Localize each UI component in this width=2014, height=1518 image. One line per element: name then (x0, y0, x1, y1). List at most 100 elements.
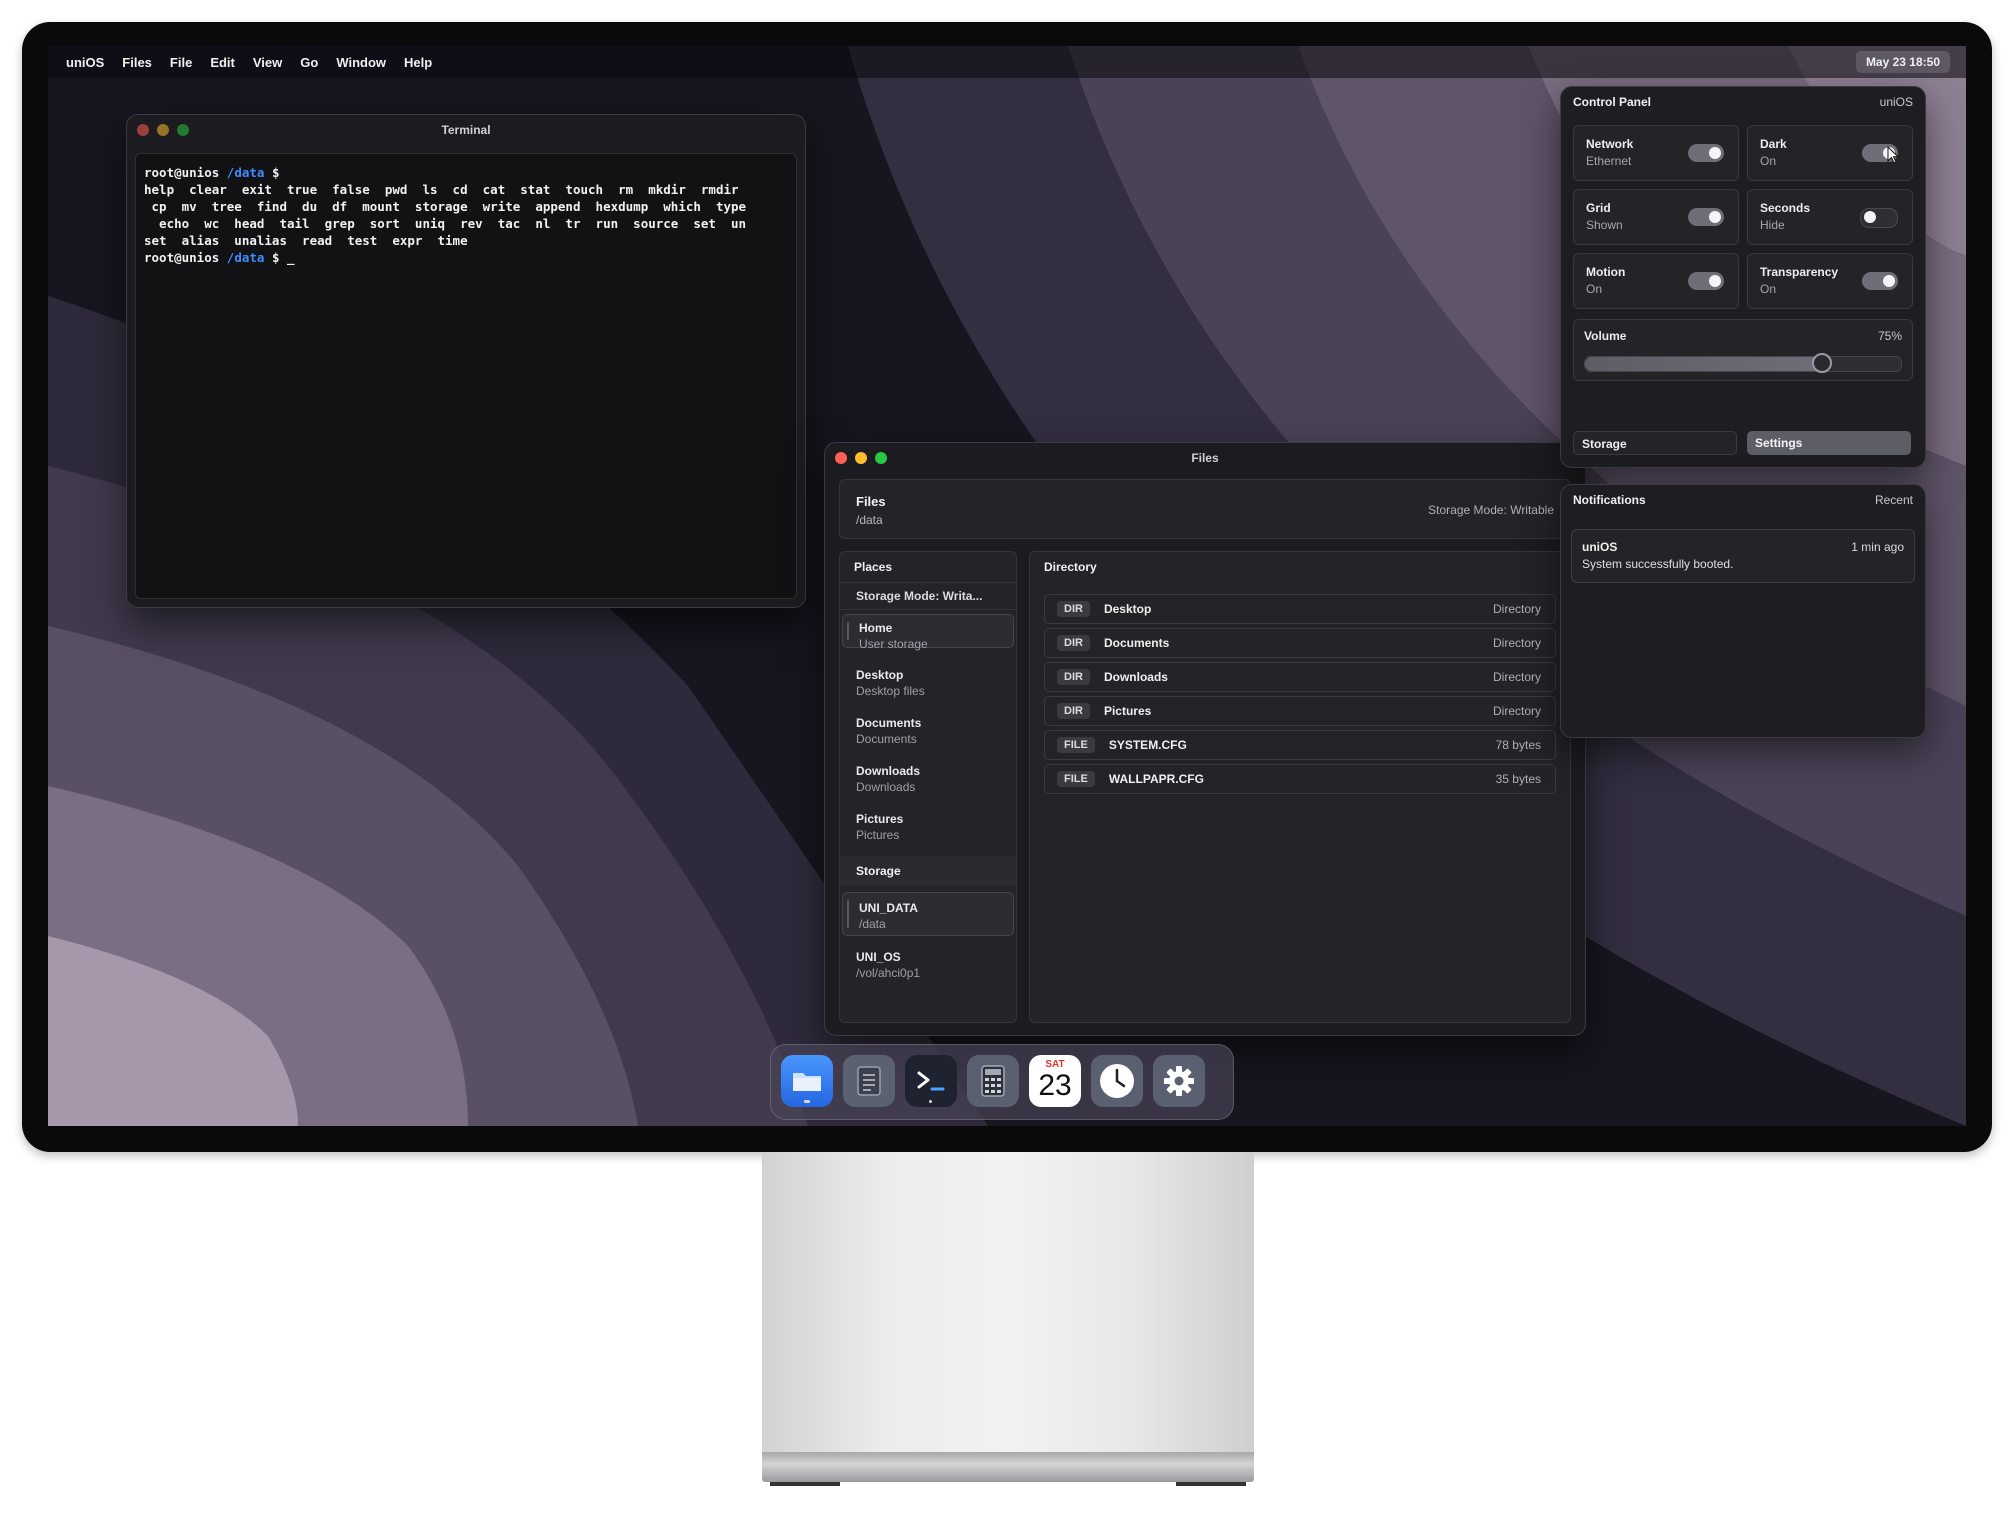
seconds-toggle[interactable] (1860, 208, 1898, 228)
grid-toggle[interactable] (1688, 208, 1724, 226)
transparency-tile[interactable]: Transparency On (1747, 253, 1913, 309)
notifications-title: Notifications (1573, 493, 1646, 507)
menu-edit[interactable]: Edit (210, 55, 235, 70)
files-window: Files Files /data Storage Mode: Writable… (824, 442, 1586, 1036)
menu-files[interactable]: Files (122, 55, 152, 70)
files-titlebar[interactable]: Files (825, 443, 1585, 473)
menu-view[interactable]: View (253, 55, 282, 70)
tile-label: Grid (1586, 201, 1611, 215)
notifications-filter[interactable]: Recent (1875, 493, 1913, 507)
control-panel: Control Panel uniOS Network Ethernet Dar… (1560, 86, 1926, 468)
directory-row[interactable]: DIR Desktop Directory (1044, 594, 1556, 624)
entry-kind: Directory (1492, 636, 1541, 650)
text-cursor: _ (287, 250, 295, 265)
clock-icon[interactable] (1091, 1055, 1143, 1107)
stand-foot-left (770, 1482, 840, 1486)
dir-badge: DIR (1057, 635, 1090, 651)
volume-uni-os[interactable]: UNI_OS /vol/ahci0p1 (840, 944, 1016, 980)
terminal-output[interactable]: root@unios /data $ help clear exit true … (135, 153, 797, 599)
seconds-tile[interactable]: Seconds Hide (1747, 189, 1913, 245)
place-label: Documents (856, 716, 922, 730)
prompt-symbol: $ (271, 165, 280, 180)
prompt-path: /data (226, 250, 265, 265)
tile-label: Network (1586, 137, 1634, 151)
settings-button[interactable]: Settings (1747, 431, 1911, 455)
volume-value: 75% (1877, 329, 1902, 343)
menu-clock[interactable]: May 23 18:50 (1855, 51, 1950, 73)
calendar-date: 23 (1038, 1069, 1072, 1102)
directory-pane: Directory DIR Desktop Directory DIR Docu… (1029, 551, 1571, 1023)
directory-row[interactable]: DIR Downloads Directory (1044, 662, 1556, 692)
volume-slider-thumb[interactable] (1812, 353, 1832, 373)
prompt-symbol: $ (271, 250, 280, 265)
file-row[interactable]: FILE WALLPAPR.CFG 35 bytes (1044, 764, 1556, 794)
terminal-window: Terminal root@unios /data $ help clear e… (126, 114, 806, 608)
entry-size: 78 bytes (1495, 738, 1541, 752)
tile-status: Hide (1760, 218, 1785, 232)
monitor-stand (762, 1152, 1254, 1452)
grid-tile[interactable]: Grid Shown (1573, 189, 1739, 245)
directory-row[interactable]: DIR Documents Directory (1044, 628, 1556, 658)
settings-gear-icon[interactable] (1153, 1055, 1205, 1107)
header-path: /data (856, 513, 883, 527)
motion-tile[interactable]: Motion On (1573, 253, 1739, 309)
menu-help[interactable]: Help (404, 55, 432, 70)
entry-name: SYSTEM.CFG (1108, 738, 1187, 752)
entry-kind: Directory (1492, 602, 1541, 616)
tile-label: Motion (1586, 265, 1626, 279)
place-sublabel: Documents (856, 732, 917, 746)
file-badge: FILE (1057, 771, 1095, 787)
menu-app-unios[interactable]: uniOS (66, 55, 104, 70)
file-badge: FILE (1057, 737, 1095, 753)
terminal-title: Terminal (441, 123, 491, 137)
volume-slider[interactable] (1584, 353, 1902, 373)
place-pictures[interactable]: Pictures Pictures (840, 806, 1016, 842)
tile-status: On (1760, 154, 1777, 168)
files-header: Files /data Storage Mode: Writable (839, 479, 1571, 539)
notes-icon[interactable] (843, 1055, 895, 1107)
menu-file[interactable]: File (170, 55, 192, 70)
transparency-toggle[interactable] (1862, 272, 1898, 290)
motion-toggle[interactable] (1688, 272, 1724, 290)
entry-name: Documents (1103, 636, 1170, 650)
prompt-user: root@unios (144, 250, 220, 265)
control-panel-brand: uniOS (1879, 95, 1913, 109)
entry-name: WALLPAPR.CFG (1108, 772, 1204, 786)
directory-heading: Directory (1044, 560, 1097, 574)
storage-mode-label: Storage Mode: Writable (1428, 503, 1554, 517)
volume-label: UNI_DATA (859, 901, 918, 915)
folder-icon[interactable] (781, 1055, 833, 1107)
dock: SAT 23 (770, 1044, 1234, 1120)
calculator-icon[interactable] (967, 1055, 1019, 1107)
menu-go[interactable]: Go (300, 55, 318, 70)
place-home[interactable]: Home User storage (842, 614, 1014, 651)
notification-card[interactable]: uniOS 1 min ago System successfully boot… (1571, 529, 1915, 583)
tile-status: Ethernet (1586, 154, 1632, 168)
notification-message: System successfully booted. (1582, 557, 1734, 571)
directory-row[interactable]: DIR Pictures Directory (1044, 696, 1556, 726)
places-sidebar: Places Storage Mode: Writa... Home User … (839, 551, 1017, 1023)
dark-mode-tile[interactable]: Dark On (1747, 125, 1913, 181)
tile-label: Seconds (1760, 201, 1811, 215)
terminal-icon[interactable] (905, 1055, 957, 1107)
places-heading: Places (854, 560, 893, 574)
screen: uniOS Files File Edit View Go Window Hel… (48, 46, 1966, 1126)
files-title: Files (1191, 451, 1219, 465)
places-storage-mode: Storage Mode: Writa... (840, 582, 1016, 610)
file-row[interactable]: FILE SYSTEM.CFG 78 bytes (1044, 730, 1556, 760)
network-tile[interactable]: Network Ethernet (1573, 125, 1739, 181)
terminal-titlebar[interactable]: Terminal (127, 115, 805, 145)
network-toggle[interactable] (1688, 144, 1724, 162)
calendar-icon[interactable]: SAT 23 (1029, 1055, 1081, 1107)
place-documents[interactable]: Documents Documents (840, 710, 1016, 746)
menu-bar: uniOS Files File Edit View Go Window Hel… (48, 46, 1966, 78)
entry-size: 35 bytes (1495, 772, 1541, 786)
volume-uni-data[interactable]: UNI_DATA /data (842, 892, 1014, 936)
volume-path: /data (859, 917, 886, 931)
tile-label: Transparency (1760, 265, 1839, 279)
place-desktop[interactable]: Desktop Desktop files (840, 662, 1016, 698)
menu-window[interactable]: Window (336, 55, 386, 70)
entry-kind: Directory (1492, 704, 1541, 718)
place-downloads[interactable]: Downloads Downloads (840, 758, 1016, 794)
storage-button[interactable]: Storage (1573, 431, 1737, 455)
